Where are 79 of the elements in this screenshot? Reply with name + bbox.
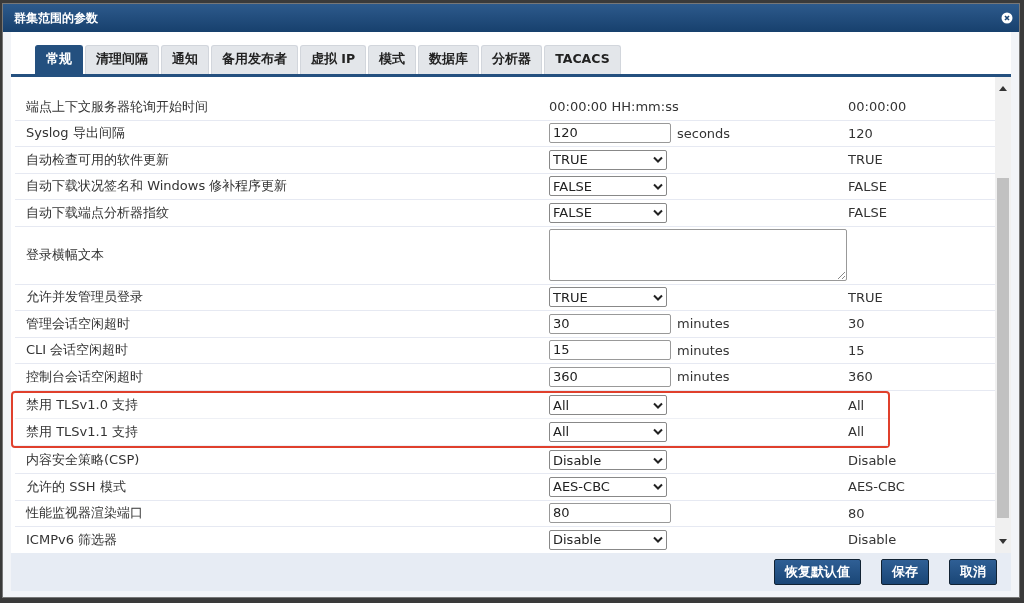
input-field[interactable]: 15 [549, 340, 671, 361]
setting-label: 禁用 TLSv1.0 支持 [25, 396, 140, 415]
setting-label: Syslog 导出间隔 [25, 124, 126, 143]
setting-label: 允许的 SSH 模式 [25, 477, 127, 496]
dropdown[interactable]: FALSE [549, 202, 667, 223]
dropdown[interactable]: TRUE [549, 149, 667, 170]
setting-label: 内容安全策略(CSP) [25, 451, 141, 470]
dropdown[interactable]: Disable [549, 529, 667, 550]
chevron-down-icon[interactable] [653, 536, 663, 544]
setting-label: 自动检查可用的软件更新 [25, 150, 170, 169]
default-value: All [848, 424, 865, 440]
default-value: 15 [848, 342, 865, 358]
default-value: 00:00:00 [848, 99, 907, 115]
dropdown[interactable]: FALSE [549, 176, 667, 197]
dialog-button[interactable]: 保存 [881, 559, 929, 585]
text-area[interactable] [549, 229, 847, 281]
dropdown[interactable]: All [549, 421, 667, 442]
dialog-button[interactable]: 恢复默认值 [774, 559, 861, 585]
setting-label: 登录横幅文本 [25, 246, 105, 264]
setting-label: 允许并发管理员登录 [25, 288, 144, 307]
tab[interactable]: 通知 [161, 45, 209, 74]
unit-label: minutes [677, 369, 730, 385]
chevron-down-icon[interactable] [653, 182, 663, 190]
dropdown[interactable]: TRUE [549, 287, 667, 308]
input-field[interactable]: 80 [549, 503, 671, 524]
tab[interactable]: 虚拟 IP [300, 45, 367, 74]
chevron-down-icon[interactable] [653, 428, 663, 436]
tab[interactable]: 分析器 [481, 45, 543, 74]
default-value: All [848, 397, 865, 413]
setting-label: ICMPv6 筛选器 [25, 530, 119, 549]
unit-label: minutes [677, 316, 730, 332]
tab[interactable]: 模式 [368, 45, 417, 74]
chevron-down-icon[interactable] [653, 401, 663, 409]
default-value: TRUE [848, 152, 883, 168]
default-value: 360 [848, 369, 873, 385]
unit-label: minutes [677, 342, 730, 358]
tab[interactable]: 备用发布者 [211, 45, 298, 74]
chevron-down-icon[interactable] [653, 293, 663, 301]
chevron-down-icon[interactable] [653, 156, 663, 164]
default-value: 30 [848, 316, 865, 332]
dropdown[interactable]: AES-CBC [549, 476, 667, 497]
dropdown[interactable]: Disable [549, 450, 667, 471]
dialog-button[interactable]: 取消 [949, 559, 997, 585]
default-value: FALSE [848, 205, 887, 221]
window-title: 群集范围的参数 [14, 9, 98, 27]
tab[interactable]: 数据库 [418, 45, 480, 74]
setting-label: CLI 会话空闲超时 [25, 341, 130, 360]
close-icon[interactable] [1001, 12, 1013, 24]
setting-label: 管理会话空闲超时 [25, 314, 131, 333]
resize-grip-icon[interactable] [837, 271, 845, 279]
tab[interactable]: 清理间隔 [85, 45, 159, 74]
input-field[interactable]: 360 [549, 366, 671, 387]
default-value: Disable [848, 452, 897, 468]
setting-label: 自动下载状况签名和 Windows 修补程序更新 [25, 177, 289, 196]
scroll-up-icon[interactable] [999, 86, 1007, 91]
default-value: TRUE [848, 289, 883, 305]
setting-label: 控制台会话空闲超时 [25, 367, 144, 386]
scrollbar-thumb[interactable] [997, 178, 1009, 518]
unit-label: seconds [677, 125, 731, 141]
default-value: 80 [848, 505, 865, 521]
input-field[interactable]: 30 [549, 313, 671, 334]
setting-label: 自动下载端点分析器指纹 [25, 203, 170, 222]
tab[interactable]: TACACS [544, 45, 621, 74]
dropdown[interactable]: All [549, 395, 667, 416]
tab[interactable]: 常规 [35, 45, 83, 74]
setting-label: 性能监视器渲染端口 [25, 504, 144, 523]
setting-label: 端点上下文服务器轮询开始时间 [25, 97, 209, 116]
scroll-down-icon[interactable] [999, 539, 1007, 544]
default-value: FALSE [848, 178, 887, 194]
chevron-down-icon[interactable] [653, 483, 663, 491]
default-value: 120 [848, 125, 873, 141]
chevron-down-icon[interactable] [653, 209, 663, 217]
default-value: AES-CBC [848, 479, 905, 495]
setting-label: 禁用 TLSv1.1 支持 [25, 422, 140, 441]
setting-value: 00:00:00 HH:mm:ss [549, 99, 679, 115]
chevron-down-icon[interactable] [653, 456, 663, 464]
input-field[interactable]: 120 [549, 123, 671, 144]
scrollbar[interactable] [995, 77, 1011, 553]
default-value: Disable [848, 532, 897, 548]
